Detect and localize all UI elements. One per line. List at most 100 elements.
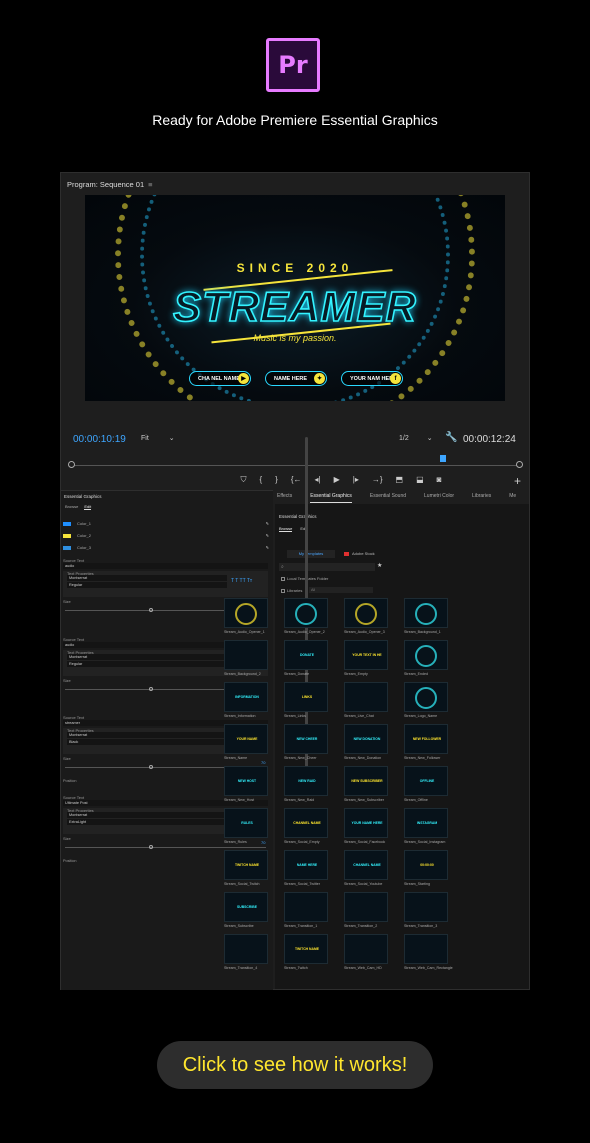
size-slider-knob[interactable] [149,687,153,691]
color-swatch[interactable] [63,533,71,538]
template-tile[interactable]: TWITCH NAME Stream_Social_Twitch [224,850,270,890]
template-tile[interactable]: Stream_Background_2 [224,640,270,680]
timeline-bar[interactable] [71,465,521,466]
font-style-dropdown[interactable]: Regular [67,582,227,588]
transport-button[interactable]: ⛉ [241,475,247,489]
timeline-start-handle[interactable] [68,461,75,468]
template-tile[interactable]: NEW HOST Stream_New_Host [224,766,270,806]
color-swatch[interactable] [63,521,71,526]
template-tile[interactable]: YOUR TEXT IN HE Stream_Empty [344,640,390,680]
template-tile[interactable]: Stream_Web_Cam_Rectangle [404,934,453,974]
tab-essential-graphics[interactable]: Essential Graphics [310,493,352,503]
template-tile[interactable]: NEW SUBSCRIBER Stream_New_Subscriber [344,766,390,806]
eyedropper-icon[interactable]: ✎ [266,533,269,538]
template-tile[interactable]: LINKS Stream_Links [284,682,330,722]
font-dropdown[interactable]: Montserrat [67,575,227,581]
wrench-icon[interactable]: 🔧 [445,432,457,443]
font-dropdown[interactable]: Montserrat [67,732,227,738]
template-tile[interactable]: NEW DONATION Stream_New_Donation [344,724,390,764]
color-row[interactable]: Color_1 ✎ [63,520,271,527]
template-tile[interactable]: SUBSCRIBE Stream_Subscribe [224,892,270,932]
font-style-dropdown[interactable]: Regular [67,661,227,667]
template-tile[interactable]: Stream_Live_Chat [344,682,390,722]
libraries-checkbox[interactable]: Libraries [281,588,302,593]
transport-button[interactable]: →} [372,475,383,489]
template-tile[interactable]: Stream_Transition_2 [344,892,390,932]
template-tile[interactable]: NEW CHEER Stream_New_Cheer [284,724,330,764]
template-tile[interactable]: NAME HERE Stream_Social_Twitter [284,850,330,890]
position-row[interactable]: Position960.0 540.0 [63,779,255,783]
template-tile[interactable]: OFFLINE Stream_Offline [404,766,450,806]
template-tile[interactable]: Stream_Transition_4 [224,934,270,974]
cta-button[interactable]: Click to see how it works! [157,1041,433,1089]
template-tile[interactable]: RULES Stream_Rules [224,808,270,848]
font-dropdown[interactable]: Montserrat [67,812,227,818]
font-style-dropdown[interactable]: ExtraLight [67,819,227,825]
template-tile[interactable]: CHANNEL NAME Stream_Social_Youtube [344,850,390,890]
position-row[interactable]: Position960.0 540.0 [63,859,255,863]
template-tile[interactable]: YOUR NAME Stream_Name [224,724,270,764]
template-tile[interactable]: YOUR NAME HERE Stream_Social_Facebook [344,808,390,848]
fit-dropdown[interactable]: Fit ⌄ [141,434,181,445]
size-slider-knob[interactable] [149,845,153,849]
template-tile[interactable]: Stream_Transition_3 [404,892,450,932]
source-text-field[interactable]: audio [63,563,268,569]
size-slider-knob[interactable] [149,608,153,612]
template-tile[interactable]: Stream_Background_1 [404,598,450,638]
search-input[interactable]: ⌕ [279,563,375,571]
timecode-current[interactable]: 00:00:10:19 [73,434,126,445]
font-style-dropdown[interactable]: Black [67,739,227,745]
hamburger-icon[interactable]: ≡ [148,180,152,189]
transport-button[interactable]: ◂| [315,475,321,489]
template-tile[interactable]: CHANNEL NAME Stream_Social_Empty [284,808,330,848]
transport-button[interactable]: ⬒ [396,475,404,489]
text-style-buttons[interactable]: T T TT Tт [231,578,252,584]
transport-button[interactable]: ◙ [437,475,442,489]
template-tile[interactable]: Stream_Web_Cam_HD [344,934,390,974]
transport-button[interactable]: ⬓ [416,475,424,489]
resolution-dropdown[interactable]: 1/2 ⌄ [399,434,439,442]
color-swatch[interactable] [63,545,71,550]
template-tile[interactable]: INSTAGRAM Stream_Social_Instagram [404,808,450,848]
template-tile[interactable]: INFORMATION Stream_Information [224,682,270,722]
eyedropper-icon[interactable]: ✎ [266,545,269,550]
template-tile[interactable]: Stream_Logo_Name [404,682,450,722]
template-tile[interactable]: Stream_Audio_Opener_1 [224,598,270,638]
adobe-stock-button[interactable]: Adobe Stock [341,550,385,558]
timeline-end-handle[interactable] [516,461,523,468]
template-tile[interactable]: NEW FOLLOWER Stream_New_Follower [404,724,450,764]
template-thumbnail: INFORMATION [224,682,268,712]
tab-lumetri-color[interactable]: Lumetri Color [424,493,454,503]
tab-essential-sound[interactable]: Essential Sound [370,493,406,503]
playhead[interactable] [440,455,446,462]
add-button[interactable]: + [514,474,521,488]
template-tile[interactable]: TWITCH NAME Stream_Twitch [284,934,330,974]
eyedropper-icon[interactable]: ✎ [266,521,269,526]
transport-button[interactable]: ▶ [334,475,340,489]
tab-edit[interactable]: Edit [84,504,92,510]
font-dropdown[interactable]: Montserrat [67,654,227,660]
tab-effects[interactable]: Effects [277,493,292,503]
tab-libraries[interactable]: Libraries [472,493,491,503]
size-slider-knob[interactable] [149,765,153,769]
template-tile[interactable]: Stream_Transition_1 [284,892,330,932]
tab-browse[interactable]: Browse [65,504,78,509]
template-tile[interactable]: Stream_Ended [404,640,450,680]
libraries-dropdown[interactable]: All [309,587,373,593]
transport-button[interactable]: {← [291,475,302,489]
transport-button[interactable]: } [275,475,278,489]
template-tile[interactable]: Stream_Audio_Opener_3 [344,598,390,638]
tab-me[interactable]: Me [509,493,516,503]
template-tile[interactable]: 00:00:00 Stream_Starting [404,850,450,890]
star-icon[interactable]: ★ [377,562,382,569]
template-tile[interactable]: Stream_Audio_Opener_2 [284,598,330,638]
color-row[interactable]: Color_3 ✎ [63,544,271,551]
transport-button[interactable]: |▸ [353,475,359,489]
color-row[interactable]: Color_2 ✎ [63,532,271,539]
program-monitor-header[interactable]: Program: Sequence 01 ≡ [67,180,153,189]
tab-browse[interactable]: Browse [279,526,293,532]
template-tile[interactable]: DONATE Stream_Donate [284,640,330,680]
template-tile[interactable]: NEW RAID Stream_New_Raid [284,766,330,806]
my-templates-button[interactable]: My Templates [287,550,335,558]
transport-button[interactable]: { [260,475,263,489]
